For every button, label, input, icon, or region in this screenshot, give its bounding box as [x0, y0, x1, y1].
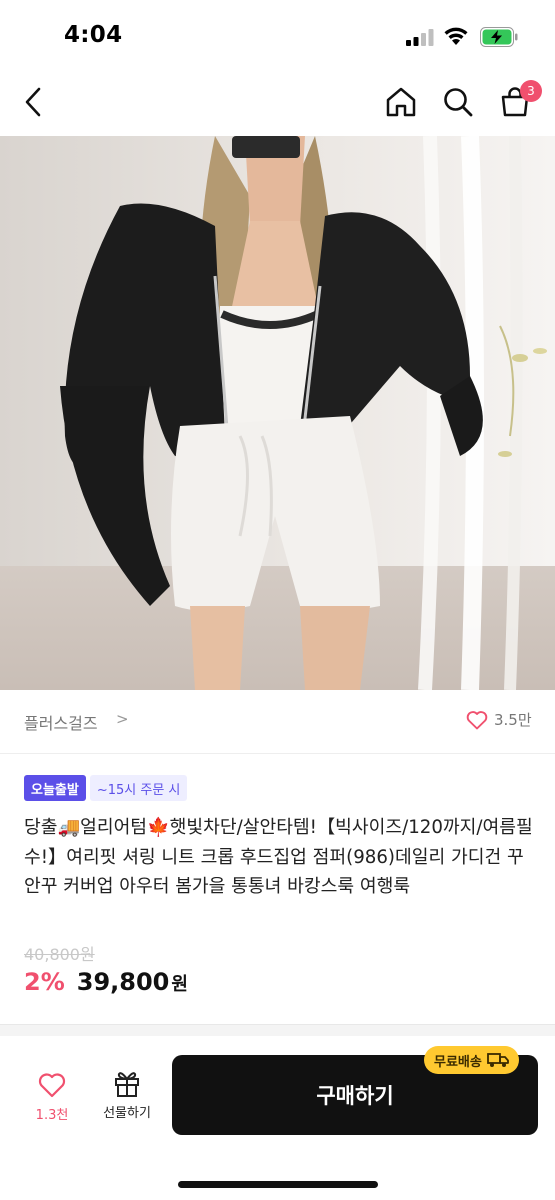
gift-button[interactable]: 선물하기 [92, 1068, 162, 1121]
wifi-icon [444, 27, 468, 45]
status-bar: 4:04 [0, 0, 555, 66]
product-title: 당출🚚얼리어텀🍁햇빛차단/살안타템!【빅사이즈/120까지/여름필수!】여리핏 … [24, 817, 533, 897]
order-cutoff-badge: ~15시 주문 시 [89, 775, 188, 801]
search-icon [444, 88, 473, 117]
home-icon [386, 87, 416, 117]
seller-row: 플러스걸즈 > 3.5만 [0, 690, 555, 754]
heart-outline-icon [466, 710, 488, 729]
truck-icon [486, 1053, 509, 1067]
price-row: 2% 39,800 원 [24, 968, 188, 996]
seller-like-count: 3.5만 [494, 711, 532, 729]
top-navigation-bar [0, 66, 555, 136]
free-shipping-badge: 무료배송 [424, 1046, 519, 1074]
original-price: 40,800원 [24, 945, 95, 964]
product-photo [0, 136, 555, 690]
search-button[interactable] [436, 80, 480, 124]
section-divider [0, 1024, 555, 1036]
like-count: 1.3천 [35, 1108, 69, 1123]
back-button[interactable] [12, 80, 56, 124]
price-unit: 원 [171, 974, 188, 995]
bottom-action-bar: 1.3천 선물하기 구매하기 무료배송 [0, 1036, 555, 1200]
sale-price: 39,800 [76, 968, 170, 996]
home-button[interactable] [379, 80, 423, 124]
like-button[interactable]: 1.3천 [22, 1072, 82, 1123]
product-image-gallery[interactable] [0, 136, 555, 690]
today-shipping-badge: 오늘출발 [24, 775, 86, 801]
cart-count-badge: 3 [520, 80, 542, 102]
free-shipping-label: 무료배송 [434, 1054, 482, 1070]
buy-button-label: 구매하기 [316, 1084, 394, 1108]
gift-label: 선물하기 [103, 1106, 151, 1121]
heart-outline-icon [38, 1073, 66, 1098]
battery-charging-icon [480, 27, 518, 47]
cellular-signal-icon [406, 29, 434, 46]
discount-rate: 2% [24, 968, 65, 996]
seller-like-button[interactable]: 3.5만 [466, 709, 532, 730]
chevron-left-icon [25, 87, 41, 117]
chevron-right-icon: > [116, 710, 129, 728]
seller-name-link[interactable]: 플러스걸즈 [24, 710, 98, 734]
delivery-badges: 오늘출발 ~15시 주문 시 [24, 775, 188, 801]
home-indicator [178, 1181, 378, 1188]
gift-icon [115, 1072, 139, 1097]
status-time: 4:04 [64, 22, 123, 48]
